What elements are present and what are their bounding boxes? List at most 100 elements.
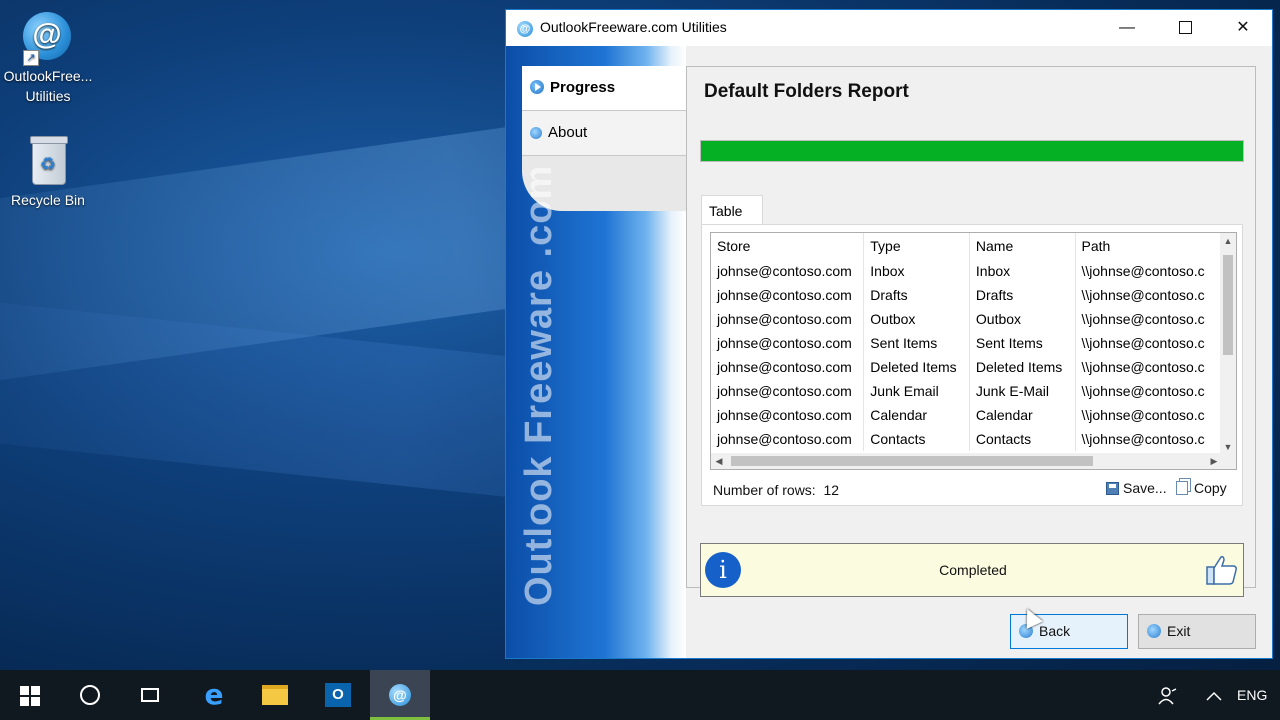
desktop-icon-recycle-bin[interactable]: ♻ Recycle Bin [0,136,96,210]
cortana-circle-icon [80,684,100,705]
table-cell: Contacts [969,427,1076,451]
sidebar: Progress About Outlook Freeware .com [506,46,686,658]
table-row[interactable]: johnse@contoso.com Drafts Drafts \\johnse@c… [711,283,1223,307]
window-client: Progress About Outlook Freeware .com Def… [506,46,1272,658]
edge-browser-icon: e [204,678,224,711]
app-icon: @ [517,21,533,37]
row-count: Number of rows: 12 [713,482,839,498]
sidebar-item-label: Progress [550,79,616,96]
table-cell: johnse@contoso.com [711,307,865,331]
taskbar-file-explorer[interactable] [245,670,305,720]
table-cell: \\johnse@contoso.c [1075,427,1223,451]
status-message: Completed [939,562,1007,578]
desktop-icon-label: Recycle Bin [11,192,85,208]
row-count-label: Number of rows: [713,482,816,498]
table-cell: \\johnse@contoso.c [1075,403,1223,427]
table-cell: \\johnse@contoso.c [1075,307,1223,331]
table-cell: johnse@contoso.com [711,379,865,403]
sidebar-item-about[interactable]: About [522,111,686,156]
sidebar-brand-watermark: Outlook Freeware .com [518,164,560,606]
exit-button[interactable]: Exit [1138,614,1256,649]
table-cell: Calendar [969,403,1076,427]
shortcut-arrow-icon: ↗ [23,50,39,66]
start-button[interactable] [0,670,60,720]
play-icon [530,80,544,94]
taskbar: e O @ ENG [0,670,1280,720]
table-cell: \\johnse@contoso.c [1075,331,1223,355]
sidebar-item-label: About [548,124,588,141]
taskbar-edge[interactable]: e [184,670,244,720]
save-button-label: Save... [1123,480,1167,496]
horizontal-scrollbar[interactable]: ◀ ▶ [711,453,1222,469]
maximize-button[interactable] [1156,10,1214,46]
table-row[interactable]: johnse@contoso.com Inbox Inbox \\johnse@con… [711,259,1223,283]
minimize-button[interactable]: — [1098,10,1156,46]
column-header-type[interactable]: Type [863,233,970,259]
row-count-value: 12 [823,482,840,498]
table-row[interactable]: johnse@contoso.com Outbox Outbox \\johnse@c… [711,307,1223,331]
chevron-up-icon[interactable] [1205,670,1223,720]
recycle-bin-icon: ♻ [23,136,73,186]
report-table[interactable]: Store Type Name Path johnse@contoso.com I… [710,232,1237,470]
title-bar[interactable]: @ OutlookFreeware.com Utilities — ✕ [506,10,1272,46]
desktop-icon-outlookfreeware[interactable]: @ ↗ OutlookFree... Utilities [0,12,96,106]
table-row[interactable]: johnse@contoso.com Sent Items Sent Items \\… [711,331,1223,355]
save-icon [1106,482,1119,495]
table-cell: Inbox [863,259,970,283]
window-title: OutlookFreeware.com Utilities [540,19,727,35]
task-view-button[interactable] [120,670,180,720]
cortana-button[interactable] [60,670,120,720]
people-icon[interactable] [1158,670,1178,720]
tab-panel-table: Store Type Name Path johnse@contoso.com I… [701,224,1243,506]
outlook-icon: O [325,682,351,707]
scroll-up-icon[interactable]: ▲ [1220,233,1236,249]
copy-button[interactable]: Copy [1176,480,1227,496]
thumbs-up-icon [1206,556,1237,585]
column-header-name[interactable]: Name [969,233,1076,259]
sidebar-item-progress[interactable]: Progress [522,66,686,111]
table-cell: Calendar [863,403,970,427]
vertical-scroll-thumb[interactable] [1223,255,1233,355]
table-cell: Deleted Items [969,355,1076,379]
table-cell: Sent Items [863,331,970,355]
table-cell: Contacts [863,427,970,451]
back-button-label: Back [1039,623,1071,639]
table-row[interactable]: johnse@contoso.com Deleted Items Deleted I… [711,355,1223,379]
power-icon [1147,624,1161,638]
save-button[interactable]: Save... [1106,480,1167,496]
maximize-icon [1178,21,1192,35]
desktop-icon-label-line1: OutlookFree... [3,68,93,84]
taskbar-outlookfreeware-utilities[interactable]: @ [370,670,430,720]
column-header-path[interactable]: Path [1075,233,1223,259]
horizontal-scroll-thumb[interactable] [731,456,1093,466]
table-cell: Drafts [969,283,1076,307]
table-cell: Junk E-Mail [969,379,1076,403]
table-cell: Outbox [863,307,970,331]
page-title: Default Folders Report [704,81,909,102]
table-cell: johnse@contoso.com [711,403,865,427]
table-cell: \\johnse@contoso.c [1075,259,1223,283]
language-indicator[interactable]: ENG [1237,670,1267,720]
close-button[interactable]: ✕ [1214,10,1272,46]
table-cell: \\johnse@contoso.c [1075,355,1223,379]
exit-button-label: Exit [1167,623,1191,639]
table-row[interactable]: johnse@contoso.com Calendar Calendar \\john… [711,403,1223,427]
taskbar-outlook[interactable]: O [308,670,368,720]
table-cell: Sent Items [969,331,1076,355]
folder-icon [262,684,288,705]
table-row[interactable]: johnse@contoso.com Contacts Contacts \\john… [711,427,1223,451]
vertical-scrollbar[interactable]: ▲ ▼ [1220,233,1236,455]
copy-button-label: Copy [1194,480,1227,496]
report-table-body: Store Type Name Path johnse@contoso.com I… [711,233,1223,451]
table-cell: johnse@contoso.com [711,259,865,283]
tab-table[interactable]: Table [701,195,763,225]
scroll-left-icon[interactable]: ◀ [711,453,727,469]
table-cell: Inbox [969,259,1076,283]
table-row[interactable]: johnse@contoso.com Junk Email Junk E-Mail \… [711,379,1223,403]
column-header-store[interactable]: Store [711,233,865,259]
table-cell: johnse@contoso.com [711,355,865,379]
table-cell: johnse@contoso.com [711,331,865,355]
copy-icon [1176,481,1188,495]
status-panel: i Completed [700,543,1244,597]
table-cell: \\johnse@contoso.c [1075,379,1223,403]
